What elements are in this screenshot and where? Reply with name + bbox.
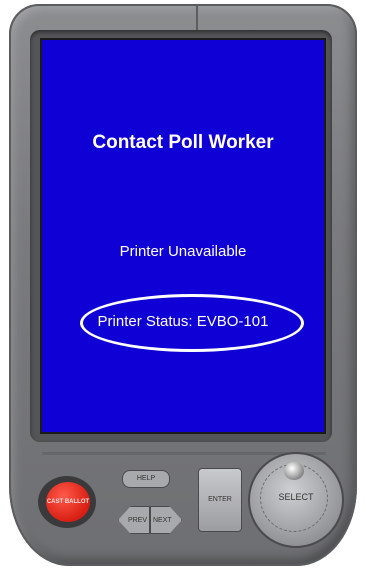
cast-ballot-label: CAST BALLOT [46, 498, 90, 505]
device-seam [196, 6, 198, 32]
screen-title: Contact Poll Worker [92, 132, 274, 153]
printer-message: Printer Unavailable [119, 243, 247, 260]
help-button[interactable]: HELP [122, 470, 170, 488]
printer-status: Printer Status: EVBO-101 [97, 313, 269, 330]
display-screen: Contact Poll Worker Printer Unavailable … [40, 38, 326, 434]
select-knob [284, 462, 304, 480]
select-label: SELECT [278, 492, 314, 502]
cast-ballot-button[interactable]: CAST BALLOT [46, 482, 90, 522]
enter-button[interactable]: ENTER [198, 468, 242, 532]
